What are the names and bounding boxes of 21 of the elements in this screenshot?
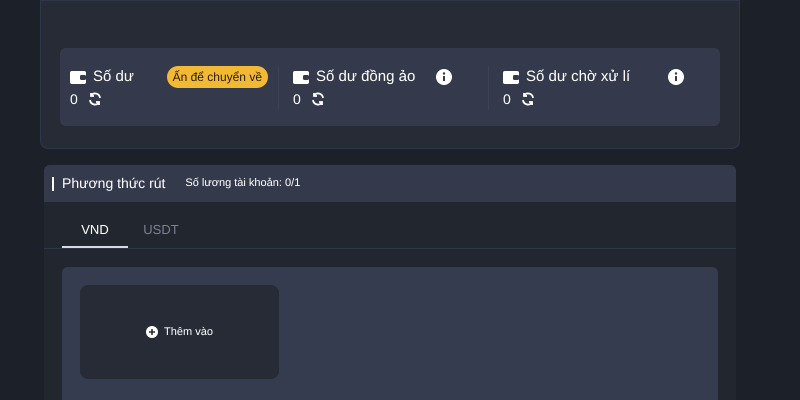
transfer-back-button[interactable]: Ấn để chuyển về xyxy=(166,66,268,88)
refresh-icon[interactable] xyxy=(88,92,102,106)
balance-value: 0 xyxy=(70,90,78,108)
balance-label: Số dư đồng ảo xyxy=(316,67,416,87)
plus-icon xyxy=(146,326,158,338)
currency-tab[interactable]: USDT xyxy=(128,214,194,248)
balance-value: 0 xyxy=(503,90,511,108)
refresh-icon[interactable] xyxy=(520,92,535,106)
balance-label: Số dư xyxy=(93,67,134,87)
wallet-icon xyxy=(293,70,309,84)
section-title: Phương thức rút xyxy=(62,174,166,193)
balance-label: Số dư chờ xử lí xyxy=(526,67,630,87)
info-icon[interactable] xyxy=(436,69,452,86)
info-icon[interactable] xyxy=(668,69,684,86)
currency-tab[interactable]: VND xyxy=(62,214,128,248)
wallet-icon xyxy=(503,70,519,84)
add-account-button[interactable]: Thêm vào xyxy=(80,285,279,379)
wallet-icon xyxy=(70,70,86,84)
balance-value: 0 xyxy=(293,90,301,108)
account-count: Số lương tài khoản: 0/1 xyxy=(185,176,300,192)
refresh-icon[interactable] xyxy=(310,92,325,106)
